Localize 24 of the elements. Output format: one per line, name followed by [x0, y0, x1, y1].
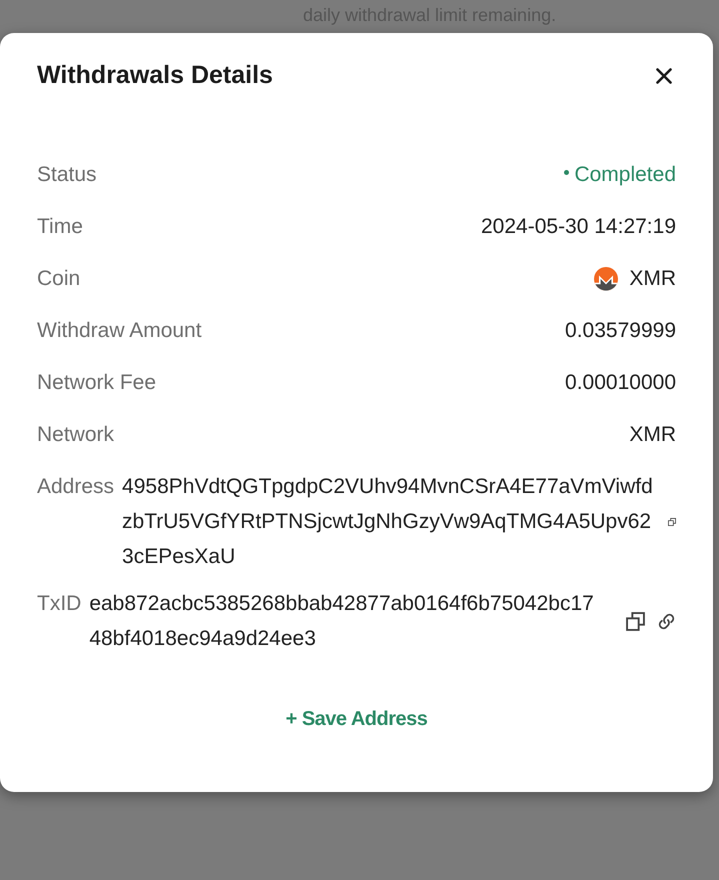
detail-value: XMR: [629, 423, 676, 447]
detail-value: 2024-05-30 14:27:19: [481, 215, 676, 239]
detail-label: Time: [37, 215, 83, 239]
detail-label: Network: [37, 423, 114, 447]
save-address-button[interactable]: + Save Address: [272, 698, 442, 741]
detail-label: Address: [37, 474, 114, 500]
detail-value: 0.03579999: [565, 319, 676, 343]
dialog-title: Withdrawals Details: [37, 60, 273, 91]
copy-icon[interactable]: [668, 518, 676, 526]
detail-label: TxID: [37, 591, 82, 617]
copy-icon[interactable]: [626, 612, 645, 630]
detail-label: Network Fee: [37, 371, 156, 395]
detail-value: 0.00010000: [565, 371, 676, 395]
status-value: Completed: [574, 163, 676, 187]
close-icon[interactable]: [656, 68, 672, 84]
hash-value: eab872acbc5385268bbab42877ab0164f6b75042bc1748bf4018ec94a9d24ee3: [89, 591, 595, 652]
status-dot-icon: [564, 170, 570, 174]
detail-label: Withdraw Amount: [37, 319, 202, 343]
detail-label: Coin: [37, 267, 80, 291]
coin-icon: [594, 267, 618, 291]
coin-value: XMR: [629, 267, 676, 291]
link-icon[interactable]: [657, 612, 676, 630]
detail-label: Status: [37, 163, 97, 187]
hash-value: 4958PhVdtQGTpgdpC2VUhv94MvnCSrA4E77aVmViwfdzbTrU5VGfYRtPTNSjcwtJgNhGzyVw9AqTMG4A5Upv623cEPesXaU: [122, 474, 654, 570]
